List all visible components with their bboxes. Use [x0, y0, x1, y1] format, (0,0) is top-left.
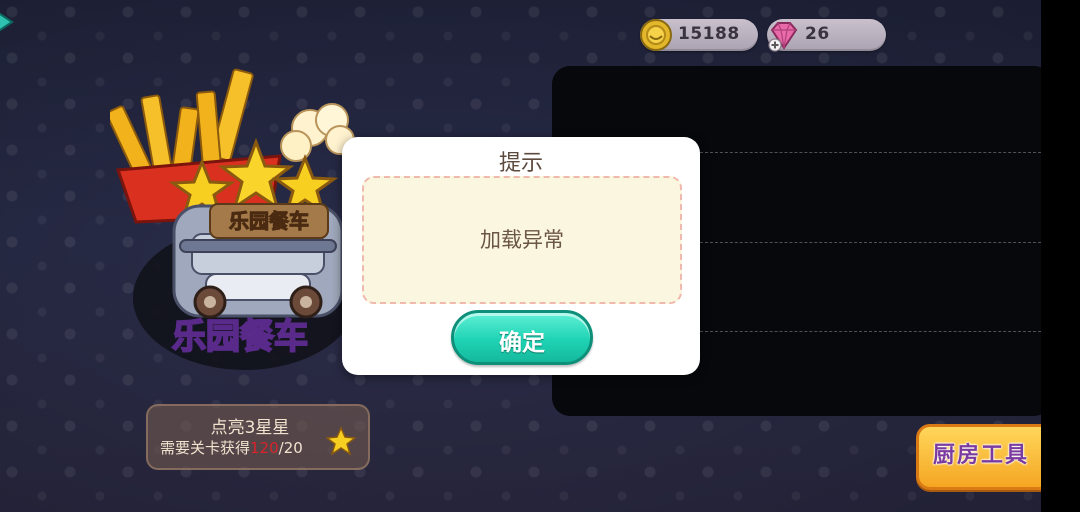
coin-counter[interactable]: 15188 [640, 19, 758, 51]
star-requirement: 需要关卡获得120/20 [160, 437, 303, 458]
dialog-message: 加载异常 [480, 228, 564, 252]
star-icon [326, 426, 356, 456]
kitchen-tools-label: 厨房工具 [933, 443, 1030, 468]
confirm-button[interactable]: 确定 [451, 310, 593, 365]
dialog-message-box: 加载异常 [362, 176, 682, 304]
food-truck-emblem: 乐园餐车 乐园餐车 [110, 68, 357, 370]
panel-divider [700, 242, 1041, 243]
dialog-title: 提示 [498, 151, 543, 176]
panel-divider [700, 152, 1041, 153]
kitchen-tools-button[interactable]: 厨房工具 [916, 424, 1041, 490]
coin-icon [640, 19, 672, 51]
star-req-current: 120 [250, 439, 279, 457]
star-req-total: 20 [283, 439, 303, 457]
game-background: 15188 26 乐园餐车 乐园餐车 点亮3星星 需要关卡获得120/20 厨房… [0, 0, 1041, 512]
back-arrow-icon[interactable] [0, 2, 22, 42]
gem-icon [768, 22, 798, 52]
gem-counter[interactable]: 26 [767, 19, 886, 52]
gem-amount: 26 [805, 24, 830, 44]
star-goal-card: 点亮3星星 需要关卡获得120/20 [146, 404, 370, 470]
alert-dialog: 提示 加载异常 确定 [342, 137, 700, 375]
star-goal-title: 点亮3星星 [210, 418, 290, 438]
coin-amount: 15188 [678, 24, 740, 44]
event-logo: 乐园餐车 [172, 317, 308, 357]
panel-divider [700, 331, 1041, 332]
emblem-name: 乐园餐车 [229, 209, 309, 233]
star-req-prefix: 需要关卡获得 [160, 439, 251, 457]
confirm-label: 确定 [499, 330, 545, 356]
